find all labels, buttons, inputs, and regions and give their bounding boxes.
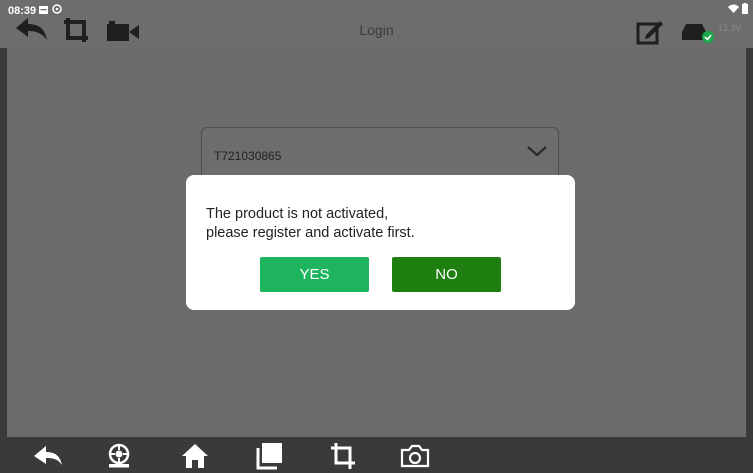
dialog-message: The product is not activated, please reg…	[206, 205, 556, 243]
no-button[interactable]: NO	[392, 257, 501, 292]
wifi-icon	[728, 4, 739, 13]
clock: 08:39	[8, 5, 37, 17]
dialog-message-line2: please register and activate first.	[206, 225, 415, 241]
back-icon[interactable]	[33, 442, 63, 470]
left-border	[0, 48, 7, 437]
dialog-message-line1: The product is not activated,	[206, 206, 389, 222]
home-icon[interactable]	[180, 442, 210, 470]
recent-apps-icon[interactable]	[254, 442, 284, 470]
diagnostic-icon[interactable]	[104, 442, 134, 470]
video-camera-icon[interactable]	[106, 21, 140, 43]
yes-button[interactable]: YES	[260, 257, 369, 292]
battery-icon	[742, 3, 748, 14]
camera-icon[interactable]	[400, 442, 430, 470]
status-bar: 08:39 12.3V	[0, 0, 753, 33]
edit-icon[interactable]	[636, 19, 664, 45]
right-border	[746, 48, 753, 437]
bottom-nav-bar	[0, 437, 753, 473]
serial-number-select[interactable]: T721030865	[201, 127, 559, 182]
chevron-down-icon[interactable]	[526, 144, 548, 158]
car-connected-icon	[682, 24, 714, 43]
notification-icon	[39, 6, 48, 14]
screen: Login 08:39 12.3V T721030865 The product…	[0, 0, 753, 473]
sync-icon	[52, 4, 62, 14]
activation-dialog: The product is not activated, please reg…	[186, 175, 575, 310]
serial-number-value: T721030865	[214, 149, 282, 163]
screenshot-crop-icon[interactable]	[328, 442, 358, 470]
voltage-label: 12.3V	[718, 23, 742, 33]
